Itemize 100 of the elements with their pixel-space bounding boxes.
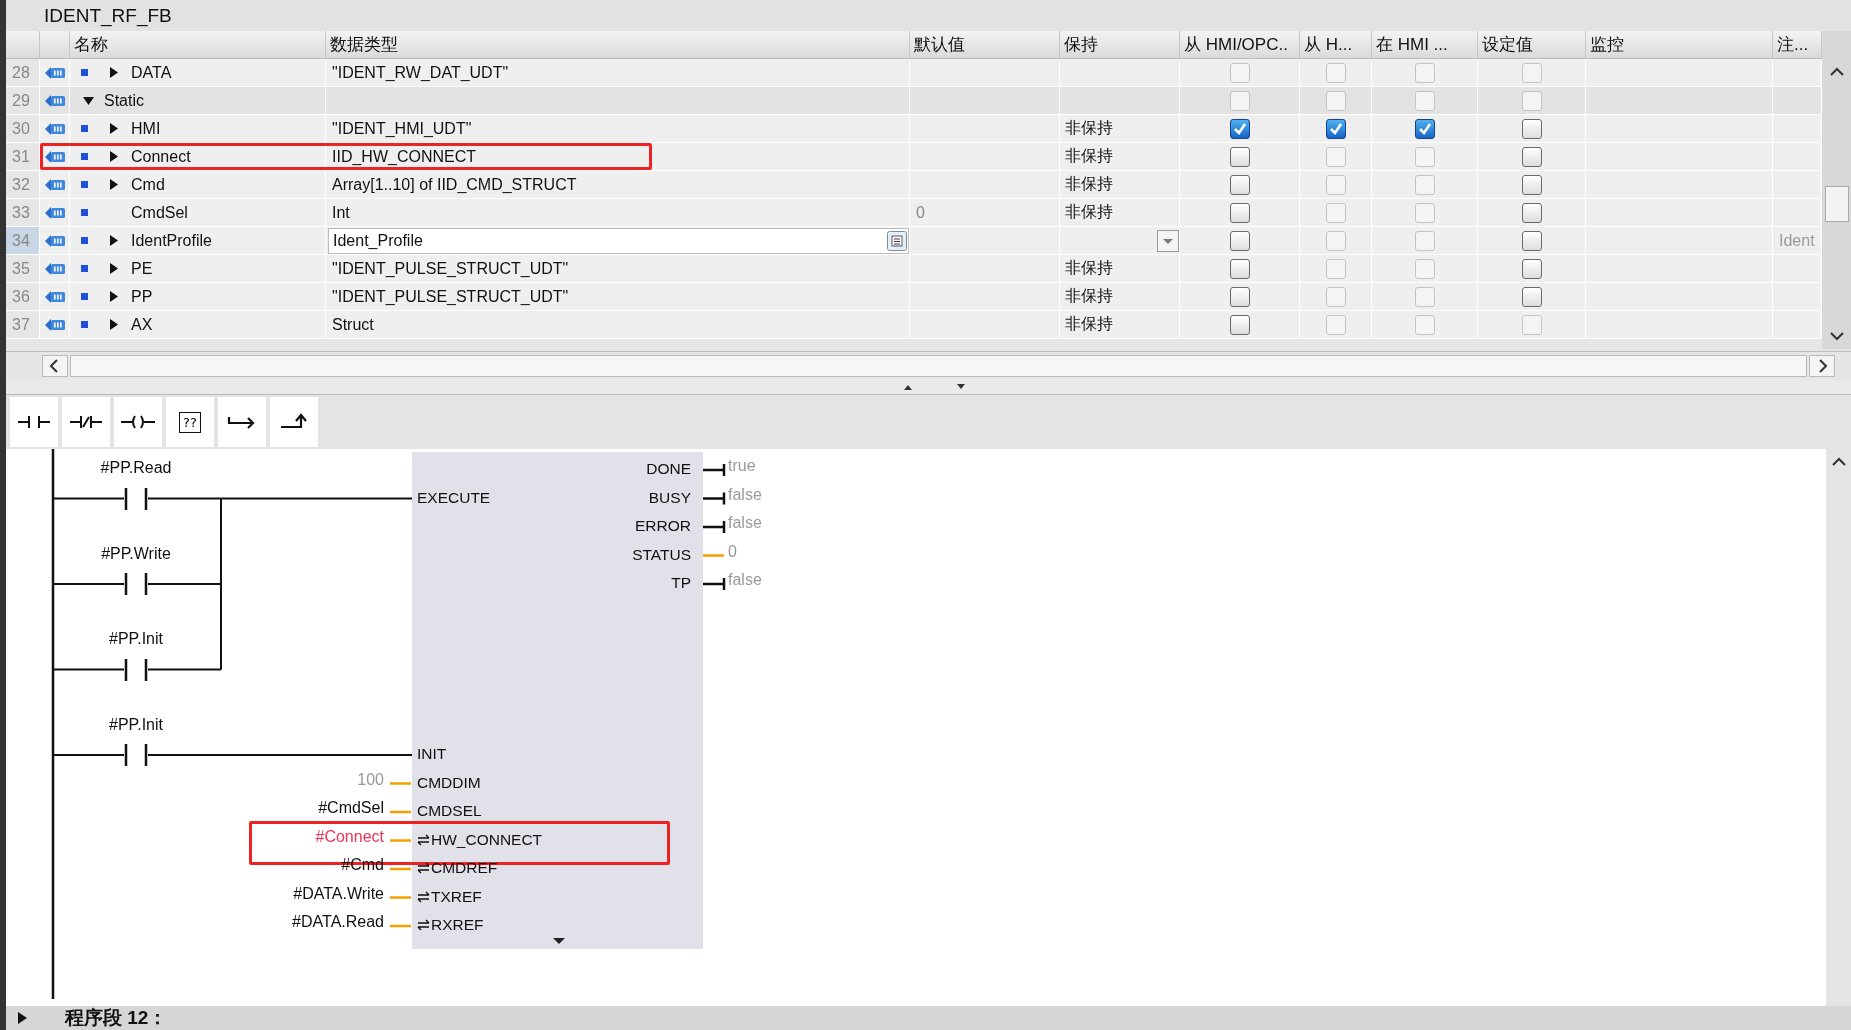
output-wire [703, 554, 724, 557]
checkbox[interactable] [1229, 286, 1250, 307]
normally-open-contact-button[interactable] [10, 397, 58, 447]
column-header[interactable]: 在 HMI ... [1372, 31, 1478, 58]
list-icon[interactable] [887, 230, 907, 251]
contact-operand: #PP.Init [108, 715, 164, 734]
column-header[interactable]: 默认值 [910, 31, 1060, 58]
checkbox[interactable] [1521, 146, 1542, 167]
expand-icon[interactable] [110, 151, 118, 162]
wire [390, 839, 411, 842]
checkbox[interactable] [1229, 258, 1250, 279]
column-header[interactable]: 名称 [70, 31, 326, 58]
table-row[interactable]: 28 DATA "IDENT_RW_DAT_UDT" [6, 59, 1822, 87]
checkbox[interactable] [1521, 202, 1542, 223]
retain-value: 非保持 [1065, 258, 1113, 278]
column-header[interactable]: 设定值 [1478, 31, 1586, 58]
expand-icon[interactable] [110, 67, 118, 78]
in-out-icon [417, 833, 430, 846]
operand: 100 [357, 770, 384, 789]
member-name: PP [131, 287, 153, 306]
branch-close-icon[interactable] [279, 413, 309, 431]
column-header[interactable]: 从 H... [1300, 31, 1372, 58]
expand-icon[interactable] [110, 123, 118, 134]
row-number: 36 [6, 283, 40, 310]
output-pin: DONE [646, 460, 691, 478]
scroll-thumb[interactable] [70, 355, 1807, 377]
row-number: 35 [6, 255, 40, 282]
open-branch-button[interactable] [218, 397, 266, 447]
input-pin: CMDDIM [417, 773, 481, 792]
table-row[interactable]: 33 CmdSel Int 0 非保持 [6, 199, 1822, 227]
checkbox[interactable] [1521, 258, 1542, 279]
checkbox[interactable] [1229, 146, 1250, 167]
checkbox[interactable] [1229, 230, 1250, 251]
contact-operand: #PP.Read [99, 459, 173, 477]
expand-icon[interactable] [110, 263, 118, 274]
data-type: "IDENT_HMI_UDT" [332, 119, 472, 138]
in-out-icon [417, 890, 430, 903]
scroll-left-icon[interactable] [42, 355, 68, 377]
coil-button[interactable] [114, 397, 162, 447]
collapse-icon[interactable] [83, 96, 94, 105]
output-value: 0 [728, 542, 737, 561]
expand-icon[interactable] [18, 1012, 27, 1024]
data-type: "IDENT_PULSE_STRUCT_UDT" [332, 259, 569, 278]
expand-icon[interactable] [110, 291, 118, 302]
interface-icon [43, 205, 66, 220]
member-name: Cmd [131, 175, 165, 194]
checkbox[interactable] [1521, 286, 1542, 307]
table-row[interactable]: 34 IdentProfile Ident_Profile Ident [6, 227, 1822, 255]
member-name: Connect [131, 147, 191, 166]
table-row[interactable]: 31 Connect IID_HW_CONNECT 非保持 [6, 143, 1822, 171]
block-title: IDENT_RF_FB [44, 4, 172, 27]
expand-icon[interactable] [110, 319, 118, 330]
closed-contact-icon[interactable] [70, 414, 102, 430]
table-row[interactable]: 32 Cmd Array[1..10] of IID_CMD_STRUCT 非保持 [6, 171, 1822, 199]
contact-icon[interactable] [18, 414, 50, 430]
table-row[interactable]: 36 PP "IDENT_PULSE_STRUCT_UDT" 非保持 [6, 283, 1822, 311]
member-name: PE [131, 259, 153, 278]
input-pin: HW_CONNECT [417, 830, 543, 849]
column-header[interactable]: 监控 [1586, 31, 1773, 58]
member-name: IdentProfile [131, 231, 212, 250]
dropdown-icon[interactable] [1157, 229, 1179, 252]
empty-box-button[interactable]: ?? [166, 397, 214, 447]
expand-icon[interactable] [110, 179, 118, 190]
column-header[interactable]: 保持 [1060, 31, 1180, 58]
checkbox[interactable] [1229, 118, 1250, 139]
vertical-scrollbar[interactable] [1822, 31, 1851, 349]
table-row[interactable]: 37 AX Struct 非保持 [6, 311, 1822, 339]
vertical-scrollbar[interactable] [1826, 449, 1851, 1006]
wire [390, 867, 411, 871]
branch-arrow-icon[interactable] [227, 414, 257, 430]
interface-icon [43, 317, 66, 332]
expand-icon[interactable] [110, 235, 118, 246]
data-type-field[interactable]: Ident_Profile [328, 227, 909, 254]
network-title[interactable]: 程序段 12： [65, 1005, 168, 1030]
retain-value: 非保持 [1065, 314, 1113, 334]
table-row[interactable]: 35 PE "IDENT_PULSE_STRUCT_UDT" 非保持 [6, 255, 1822, 283]
checkbox[interactable] [1521, 230, 1542, 251]
checkbox[interactable] [1521, 118, 1542, 139]
checkbox[interactable] [1229, 174, 1250, 195]
expand-block-icon[interactable] [553, 938, 565, 944]
output-pin: BUSY [648, 488, 691, 507]
output-pin: ERROR [635, 517, 691, 535]
scroll-right-icon[interactable] [1809, 355, 1835, 377]
table-row[interactable]: 30 HMI "IDENT_HMI_UDT" 非保持 [6, 115, 1822, 143]
interface-icon [43, 289, 66, 304]
coil-icon[interactable] [121, 414, 155, 430]
operand: #DATA.Write [293, 884, 384, 903]
column-header[interactable]: 数据类型 [326, 31, 910, 58]
checkbox[interactable] [1229, 314, 1250, 335]
normally-closed-contact-button[interactable] [62, 397, 110, 447]
checkbox[interactable] [1414, 118, 1435, 139]
interface-icon [43, 65, 66, 80]
table-row[interactable]: 29 Static [6, 87, 1822, 115]
scroll-thumb[interactable] [1824, 186, 1849, 222]
checkbox[interactable] [1229, 202, 1250, 223]
checkbox[interactable] [1325, 118, 1346, 139]
close-branch-button[interactable] [270, 397, 318, 447]
checkbox[interactable] [1521, 174, 1542, 195]
column-header[interactable]: 从 HMI/OPC.. [1180, 31, 1300, 58]
data-type: Int [332, 203, 350, 222]
